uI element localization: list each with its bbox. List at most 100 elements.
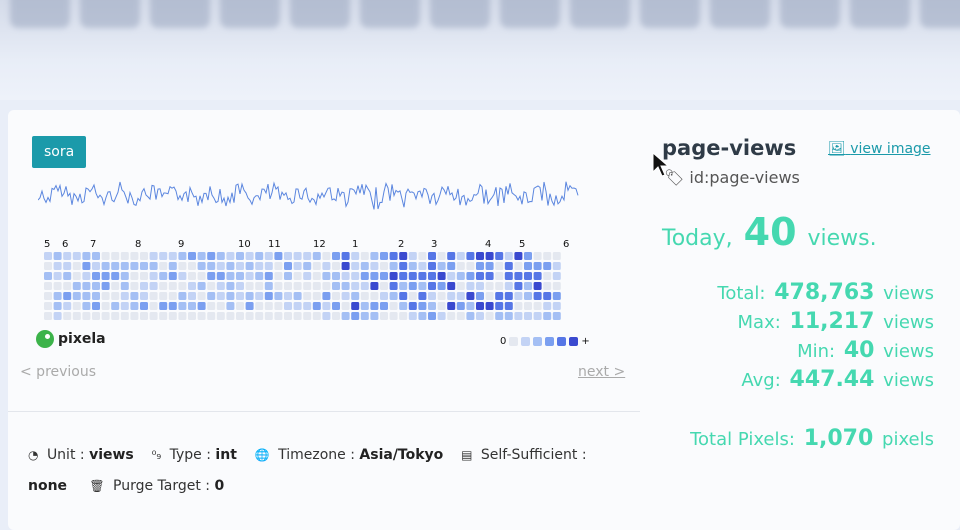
heatmap-cell[interactable] [303, 302, 312, 310]
heatmap-cell[interactable] [101, 302, 110, 310]
heatmap-cell[interactable] [178, 252, 187, 260]
heatmap-cell[interactable] [524, 312, 532, 320]
heatmap-cell[interactable] [92, 292, 100, 300]
heatmap-cell[interactable] [255, 302, 264, 310]
heatmap-cell[interactable] [130, 292, 139, 300]
heatmap-cell[interactable] [168, 292, 177, 300]
heatmap-cell[interactable] [428, 262, 436, 270]
heatmap-cell[interactable] [72, 252, 81, 260]
heatmap-cell[interactable] [332, 302, 340, 310]
heatmap-cell[interactable] [466, 272, 475, 280]
heatmap-cell[interactable] [44, 272, 52, 280]
heatmap-cell[interactable] [226, 312, 235, 320]
heatmap-cell[interactable] [207, 292, 216, 300]
heatmap-cell[interactable] [92, 272, 100, 280]
heatmap-cell[interactable] [351, 282, 360, 290]
heatmap-cell[interactable] [466, 292, 475, 300]
heatmap-cell[interactable] [514, 292, 523, 300]
heatmap-cell[interactable] [533, 302, 542, 310]
heatmap-cell[interactable] [149, 252, 158, 260]
heatmap-cell[interactable] [168, 272, 177, 280]
heatmap-cell[interactable] [303, 312, 312, 320]
heatmap-cell[interactable] [312, 272, 321, 280]
heatmap-cell[interactable] [351, 292, 360, 300]
heatmap-cell[interactable] [399, 272, 408, 280]
heatmap-cell[interactable] [418, 302, 427, 310]
heatmap-cell[interactable] [293, 282, 302, 290]
heatmap-cell[interactable] [140, 282, 148, 290]
heatmap-cell[interactable] [149, 312, 158, 320]
heatmap-cell[interactable] [149, 272, 158, 280]
heatmap-cell[interactable] [408, 282, 417, 290]
heatmap-cell[interactable] [197, 302, 206, 310]
heatmap-cell[interactable] [82, 272, 91, 280]
heatmap-cell[interactable] [245, 272, 254, 280]
heatmap-cell[interactable] [159, 302, 168, 310]
heatmap-cell[interactable] [101, 282, 110, 290]
heatmap-cell[interactable] [168, 282, 177, 290]
heatmap-cell[interactable] [188, 312, 196, 320]
heatmap-cell[interactable] [53, 292, 62, 300]
heatmap-cell[interactable] [274, 302, 283, 310]
heatmap-cell[interactable] [322, 262, 331, 270]
heatmap-cell[interactable] [504, 282, 513, 290]
heatmap-cell[interactable] [226, 282, 235, 290]
heatmap-cell[interactable] [72, 292, 81, 300]
heatmap-cell[interactable] [312, 312, 321, 320]
heatmap-cell[interactable] [63, 312, 72, 320]
heatmap-cell[interactable] [399, 302, 408, 310]
heatmap-cell[interactable] [72, 282, 81, 290]
heatmap-cell[interactable] [360, 272, 369, 280]
heatmap-cell[interactable] [82, 292, 91, 300]
heatmap-cell[interactable] [428, 282, 436, 290]
heatmap-cell[interactable] [236, 312, 244, 320]
heatmap-cell[interactable] [82, 262, 91, 270]
heatmap-cell[interactable] [456, 282, 465, 290]
heatmap-cell[interactable] [399, 262, 408, 270]
heatmap-cell[interactable] [552, 292, 561, 300]
heatmap-cell[interactable] [533, 312, 542, 320]
heatmap-cell[interactable] [476, 282, 484, 290]
heatmap-cell[interactable] [178, 282, 187, 290]
heatmap-cell[interactable] [159, 252, 168, 260]
heatmap-cell[interactable] [312, 252, 321, 260]
heatmap-cell[interactable] [63, 302, 72, 310]
heatmap-cell[interactable] [264, 252, 273, 260]
heatmap-cell[interactable] [380, 302, 388, 310]
heatmap-cell[interactable] [53, 312, 62, 320]
heatmap-cell[interactable] [514, 282, 523, 290]
heatmap-cell[interactable] [188, 282, 196, 290]
heatmap-cell[interactable] [524, 292, 532, 300]
heatmap-cell[interactable] [178, 312, 187, 320]
heatmap-cell[interactable] [341, 252, 350, 260]
heatmap-cell[interactable] [130, 252, 139, 260]
heatmap-cell[interactable] [456, 252, 465, 260]
heatmap-cell[interactable] [207, 302, 216, 310]
heatmap-cell[interactable] [226, 262, 235, 270]
heatmap-cell[interactable] [197, 272, 206, 280]
heatmap-cell[interactable] [476, 312, 484, 320]
heatmap-cell[interactable] [341, 292, 350, 300]
heatmap-cell[interactable] [226, 292, 235, 300]
heatmap-cell[interactable] [360, 292, 369, 300]
heatmap-cell[interactable] [216, 272, 225, 280]
heatmap-cell[interactable] [101, 312, 110, 320]
heatmap-cell[interactable] [380, 292, 388, 300]
heatmap-cell[interactable] [255, 272, 264, 280]
heatmap-cell[interactable] [111, 262, 120, 270]
heatmap-cell[interactable] [130, 262, 139, 270]
heatmap-cell[interactable] [447, 302, 456, 310]
heatmap-cell[interactable] [159, 262, 168, 270]
heatmap-cell[interactable] [408, 292, 417, 300]
heatmap-cell[interactable] [437, 302, 446, 310]
heatmap-cell[interactable] [524, 272, 532, 280]
heatmap-cell[interactable] [63, 272, 72, 280]
heatmap-cell[interactable] [216, 302, 225, 310]
heatmap-cell[interactable] [360, 312, 369, 320]
heatmap-cell[interactable] [245, 302, 254, 310]
heatmap-cell[interactable] [332, 312, 340, 320]
heatmap-cell[interactable] [303, 272, 312, 280]
heatmap-cell[interactable] [130, 312, 139, 320]
heatmap-cell[interactable] [428, 292, 436, 300]
heatmap-cell[interactable] [428, 272, 436, 280]
